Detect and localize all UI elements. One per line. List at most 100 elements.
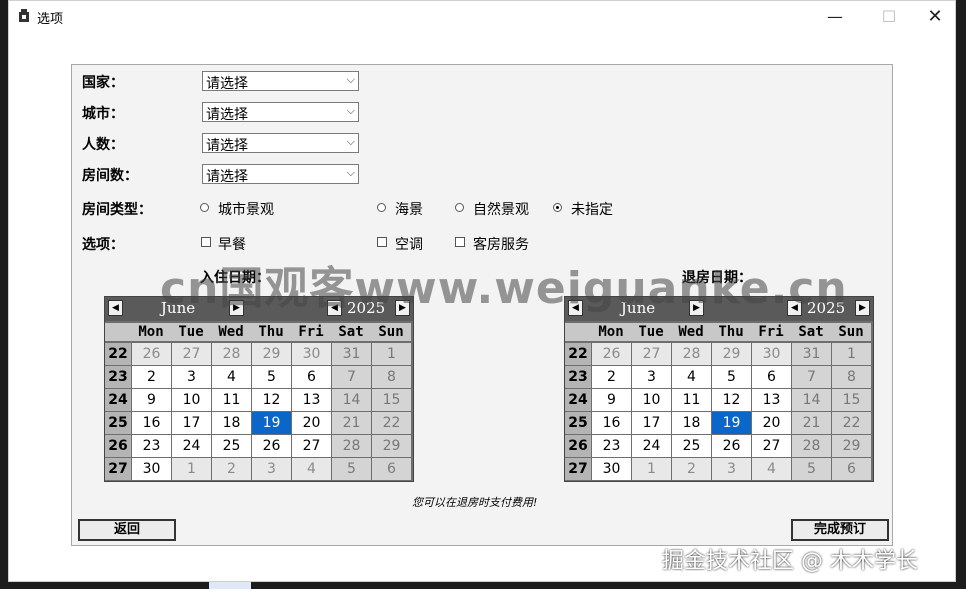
calendar-day[interactable]: 6 xyxy=(832,458,871,480)
calendar-day[interactable]: 12 xyxy=(712,389,751,411)
calendar-day[interactable]: 31 xyxy=(792,343,831,365)
calendar-day[interactable]: 28 xyxy=(792,435,831,457)
calendar-day[interactable]: 4 xyxy=(212,366,251,388)
calendar-day[interactable]: 30 xyxy=(752,343,791,365)
calendar-day[interactable]: 23 xyxy=(132,435,171,457)
checkbox-air-conditioning[interactable] xyxy=(377,237,387,247)
calendar-day[interactable]: 25 xyxy=(212,435,251,457)
calendar-day[interactable]: 21 xyxy=(792,412,831,434)
country-select[interactable]: 请选择 ⌵ xyxy=(202,71,359,92)
calendar-day[interactable]: 17 xyxy=(632,412,671,434)
radio-unspecified[interactable] xyxy=(553,203,562,212)
checkbox-breakfast[interactable] xyxy=(201,237,211,247)
calendar-day[interactable]: 8 xyxy=(372,366,411,388)
calendar-day[interactable]: 16 xyxy=(132,412,171,434)
calendar-day[interactable]: 10 xyxy=(172,389,211,411)
calendar-day[interactable]: 4 xyxy=(672,366,711,388)
calendar-day[interactable]: 3 xyxy=(632,366,671,388)
calendar-day[interactable]: 11 xyxy=(672,389,711,411)
people-select[interactable]: 请选择 ⌵ xyxy=(202,133,359,154)
calendar-day[interactable]: 5 xyxy=(712,366,751,388)
calendar-day[interactable]: 2 xyxy=(212,458,251,480)
calendar-day[interactable]: 30 xyxy=(592,458,631,480)
calendar-day[interactable]: 25 xyxy=(672,435,711,457)
calendar-day[interactable]: 30 xyxy=(292,343,331,365)
calendar-day[interactable]: 10 xyxy=(632,389,671,411)
calendar-day[interactable]: 8 xyxy=(832,366,871,388)
maximize-button[interactable]: ☐ xyxy=(866,1,912,32)
calendar-day[interactable]: 13 xyxy=(292,389,331,411)
minimize-button[interactable]: — xyxy=(812,1,858,32)
checkbox-room-service[interactable] xyxy=(455,237,465,247)
calendar-day[interactable]: 19 xyxy=(252,412,291,434)
close-button[interactable]: ✕ xyxy=(912,1,958,32)
calendar-day[interactable]: 11 xyxy=(212,389,251,411)
calendar-day[interactable]: 24 xyxy=(632,435,671,457)
calendar-day[interactable]: 26 xyxy=(132,343,171,365)
calendar-day[interactable]: 3 xyxy=(712,458,751,480)
calendar-day[interactable]: 27 xyxy=(292,435,331,457)
calendar-day[interactable]: 29 xyxy=(252,343,291,365)
calendar-day[interactable]: 28 xyxy=(672,343,711,365)
calendar-day[interactable]: 3 xyxy=(172,366,211,388)
next-year-button[interactable]: ▶ xyxy=(855,300,870,316)
calendar-day[interactable]: 28 xyxy=(212,343,251,365)
calendar-day[interactable]: 14 xyxy=(332,389,371,411)
calendar-day[interactable]: 26 xyxy=(592,343,631,365)
calendar-day[interactable]: 2 xyxy=(592,366,631,388)
calendar-day[interactable]: 2 xyxy=(132,366,171,388)
calendar-day[interactable]: 26 xyxy=(712,435,751,457)
calendar-day[interactable]: 3 xyxy=(252,458,291,480)
calendar-day[interactable]: 31 xyxy=(332,343,371,365)
calendar-day[interactable]: 1 xyxy=(172,458,211,480)
calendar-day[interactable]: 29 xyxy=(832,435,871,457)
calendar-day[interactable]: 27 xyxy=(632,343,671,365)
calendar-day[interactable]: 1 xyxy=(372,343,411,365)
calendar-day[interactable]: 5 xyxy=(332,458,371,480)
calendar-day[interactable]: 7 xyxy=(792,366,831,388)
calendar-day[interactable]: 4 xyxy=(752,458,791,480)
radio-city-view[interactable] xyxy=(200,203,209,212)
calendar-day[interactable]: 1 xyxy=(832,343,871,365)
calendar-day[interactable]: 27 xyxy=(172,343,211,365)
calendar-day[interactable]: 16 xyxy=(592,412,631,434)
calendar-day[interactable]: 6 xyxy=(372,458,411,480)
calendar-day[interactable]: 6 xyxy=(292,366,331,388)
prev-month-button[interactable]: ◀ xyxy=(108,300,123,316)
calendar-day[interactable]: 6 xyxy=(752,366,791,388)
calendar-day[interactable]: 17 xyxy=(172,412,211,434)
city-select[interactable]: 请选择 ⌵ xyxy=(202,102,359,123)
calendar-day[interactable]: 30 xyxy=(132,458,171,480)
calendar-day[interactable]: 15 xyxy=(372,389,411,411)
rooms-select[interactable]: 请选择 ⌵ xyxy=(202,164,359,185)
calendar-day[interactable]: 5 xyxy=(792,458,831,480)
calendar-day[interactable]: 9 xyxy=(592,389,631,411)
calendar-day[interactable]: 13 xyxy=(752,389,791,411)
calendar-day[interactable]: 22 xyxy=(372,412,411,434)
calendar-day[interactable]: 20 xyxy=(752,412,791,434)
calendar-day[interactable]: 28 xyxy=(332,435,371,457)
calendar-day[interactable]: 18 xyxy=(212,412,251,434)
calendar-day[interactable]: 2 xyxy=(672,458,711,480)
calendar-day[interactable]: 7 xyxy=(332,366,371,388)
calendar-day[interactable]: 29 xyxy=(712,343,751,365)
calendar-day[interactable]: 15 xyxy=(832,389,871,411)
calendar-day[interactable]: 20 xyxy=(292,412,331,434)
calendar-day[interactable]: 5 xyxy=(252,366,291,388)
calendar-day[interactable]: 18 xyxy=(672,412,711,434)
calendar-day[interactable]: 23 xyxy=(592,435,631,457)
calendar-day[interactable]: 9 xyxy=(132,389,171,411)
calendar-day[interactable]: 19 xyxy=(712,412,751,434)
calendar-day[interactable]: 27 xyxy=(752,435,791,457)
calendar-day[interactable]: 22 xyxy=(832,412,871,434)
calendar-day[interactable]: 29 xyxy=(372,435,411,457)
calendar-day[interactable]: 14 xyxy=(792,389,831,411)
calendar-day[interactable]: 24 xyxy=(172,435,211,457)
calendar-day[interactable]: 1 xyxy=(632,458,671,480)
back-button[interactable]: 返回 xyxy=(78,519,176,541)
calendar-day[interactable]: 4 xyxy=(292,458,331,480)
radio-sea-view[interactable] xyxy=(377,203,386,212)
calendar-day[interactable]: 26 xyxy=(252,435,291,457)
calendar-day[interactable]: 21 xyxy=(332,412,371,434)
radio-nature-view[interactable] xyxy=(455,203,464,212)
